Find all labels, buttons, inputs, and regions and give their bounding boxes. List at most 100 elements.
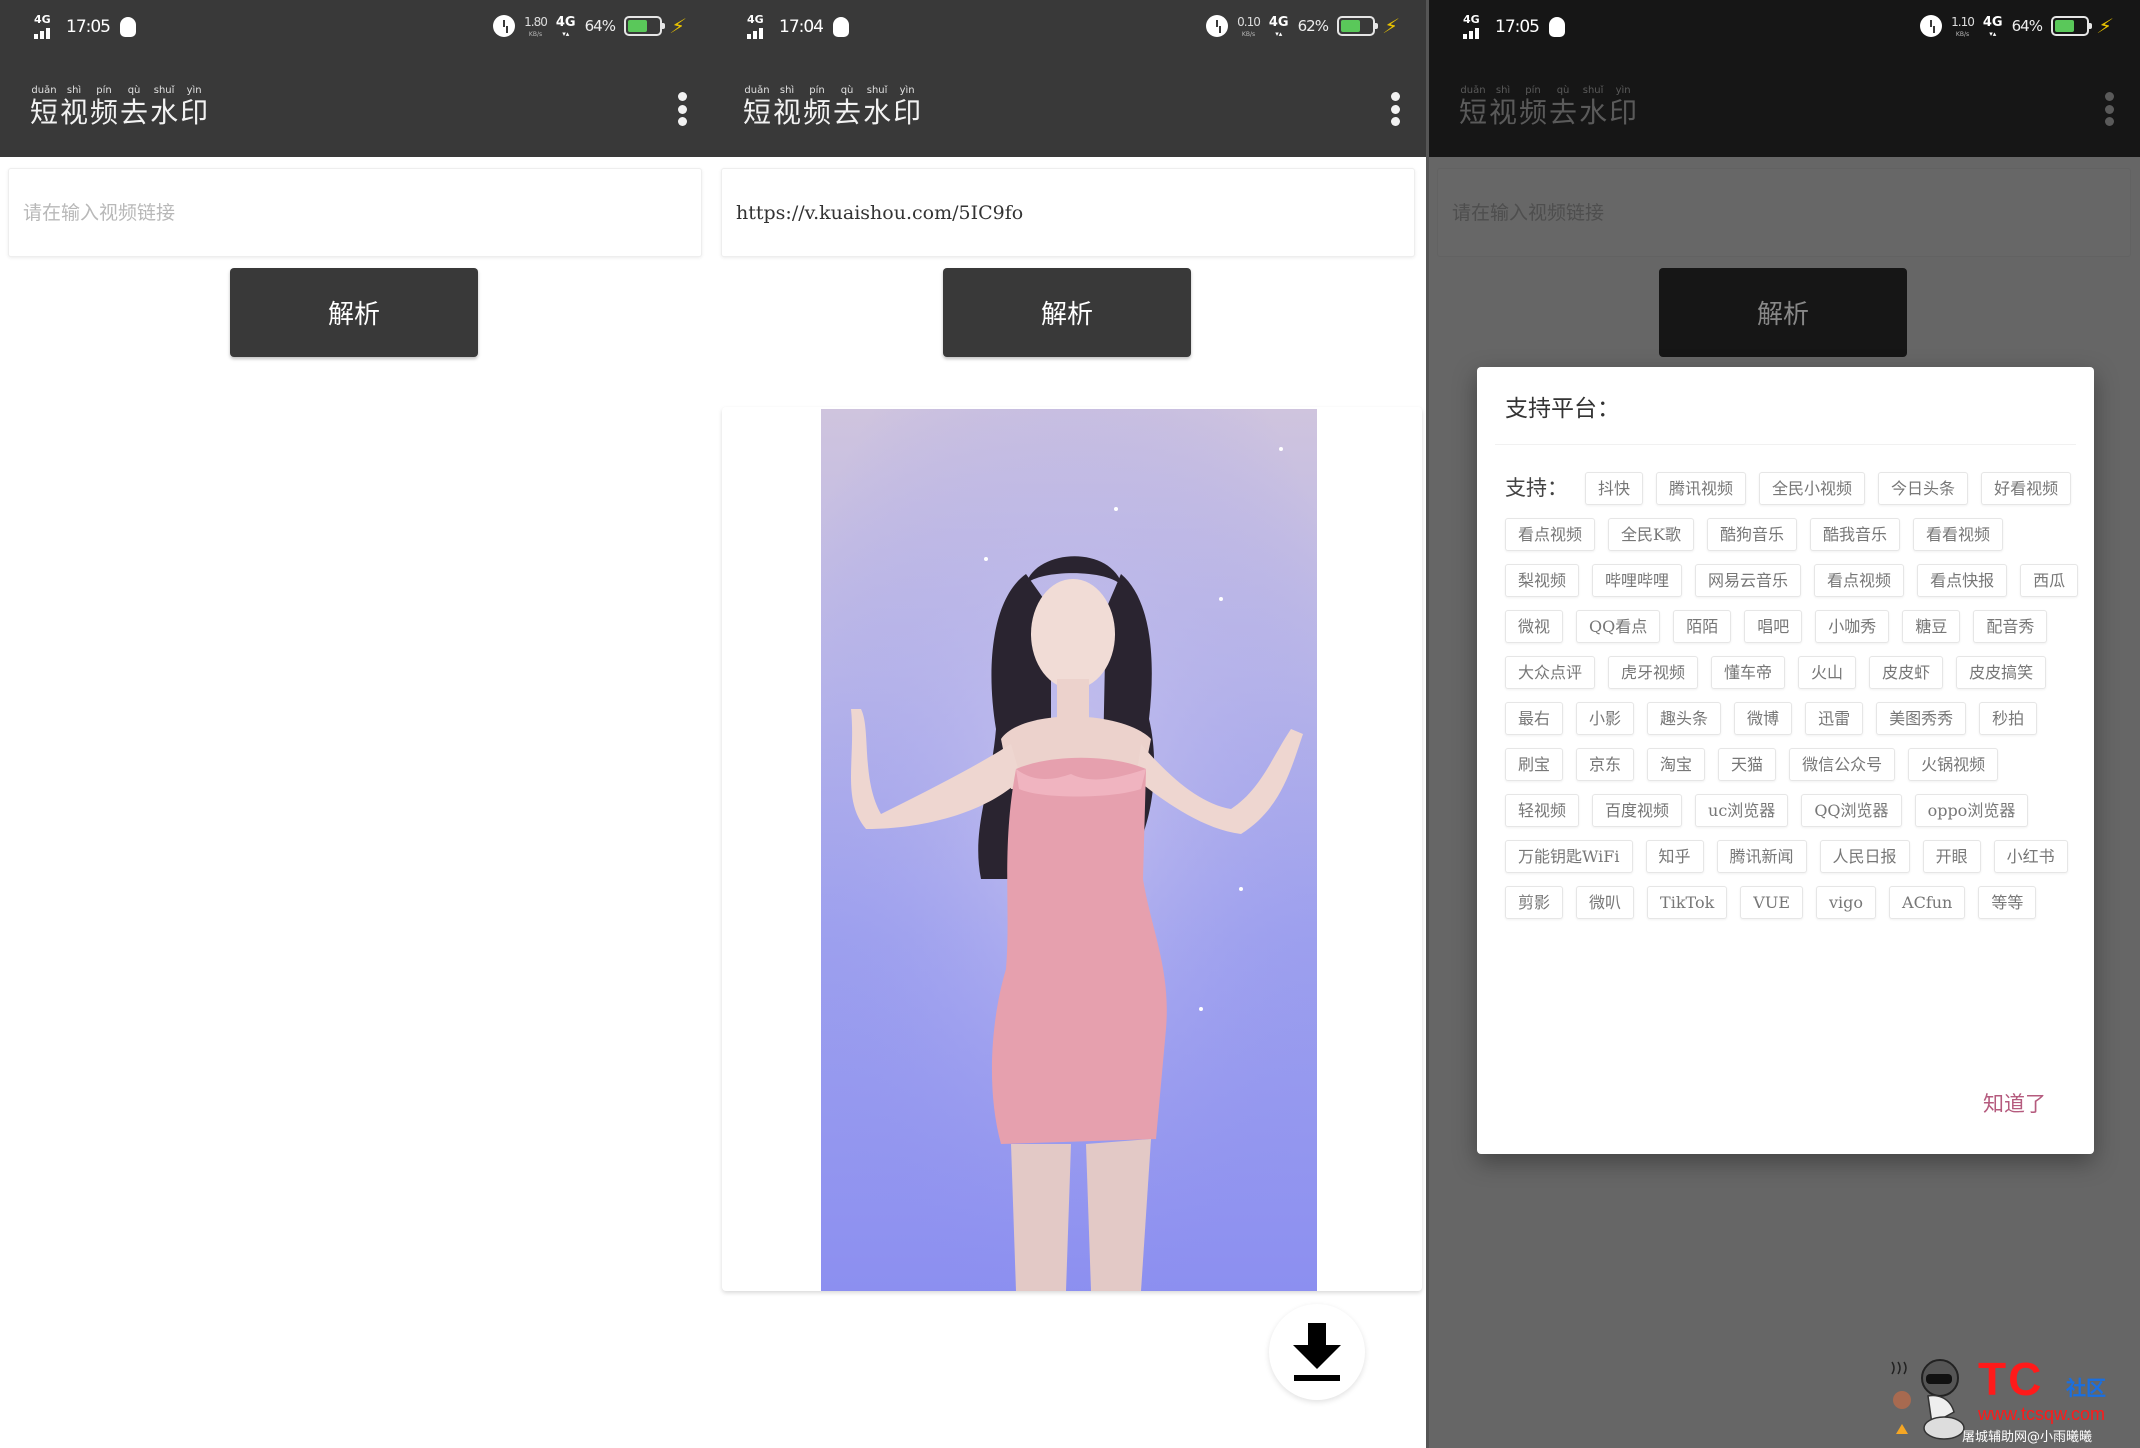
data-network-icon: 4G ▾▴ bbox=[1982, 14, 2003, 38]
platform-chip: oppo浏览器 bbox=[1914, 794, 2029, 827]
battery-percent: 64% bbox=[584, 17, 616, 35]
status-time: 17:05 bbox=[66, 17, 111, 37]
video-preview-card bbox=[722, 407, 1422, 1291]
watermark: TC 社区 www.tcsqw.com 屠城辅助网@小雨曦曦 bbox=[1886, 1348, 2136, 1446]
video-url-input[interactable] bbox=[721, 168, 1415, 257]
platform-chip: 酷我音乐 bbox=[1810, 518, 1901, 551]
platform-chip: 今日头条 bbox=[1878, 472, 1969, 505]
battery-icon bbox=[2050, 16, 2092, 36]
watermark-credit: 屠城辅助网@小雨曦曦 bbox=[1962, 1430, 2093, 1445]
platform-chip: 京东 bbox=[1576, 748, 1635, 781]
platform-chip: 看点视频 bbox=[1505, 518, 1596, 551]
charging-icon: ⚡ bbox=[2094, 14, 2116, 38]
parse-button[interactable]: 解析 bbox=[1659, 268, 1907, 357]
platform-chip: 最右 bbox=[1505, 702, 1564, 735]
video-url-input[interactable] bbox=[1437, 168, 2131, 257]
app-title: duǎn 短 shì 视 pín 频 qù 去 shuǐ 水 yìn 印 bbox=[30, 85, 209, 129]
platform-chip: 大众点评 bbox=[1505, 656, 1596, 689]
platform-chip: 迅雷 bbox=[1805, 702, 1864, 735]
platform-chip: 淘宝 bbox=[1647, 748, 1706, 781]
network-speed: 1.80 KB/s bbox=[524, 14, 548, 38]
signal-icon: 4G bbox=[747, 13, 769, 39]
charging-icon: ⚡ bbox=[1380, 14, 1402, 38]
platform-chip: 万能钥匙WiFi bbox=[1505, 840, 1633, 873]
platform-chip: 开眼 bbox=[1922, 840, 1981, 873]
platform-chip: 知乎 bbox=[1645, 840, 1704, 873]
platform-chip: 哔哩哔哩 bbox=[1592, 564, 1683, 597]
platform-chip: 看点视频 bbox=[1814, 564, 1905, 597]
platform-chip: 抖快 bbox=[1585, 472, 1644, 505]
qq-notification-icon bbox=[120, 17, 136, 37]
platform-chip: 火山 bbox=[1798, 656, 1857, 689]
platform-chip: ACfun bbox=[1889, 886, 1966, 919]
platform-chip: 火锅视频 bbox=[1908, 748, 1999, 781]
platform-chip: 网易云音乐 bbox=[1695, 564, 1802, 597]
dialog-divider bbox=[1495, 444, 2076, 445]
supported-platforms-dialog: 支持平台： 支持： 抖快 腾讯视频 全民小视频 今日头条 好看视频 看点视频 全民K歌 酷狗音… bbox=[1477, 367, 2094, 1154]
video-thumbnail-illustration bbox=[821, 409, 1317, 1291]
dialog-title: 支持平台： bbox=[1505, 396, 1620, 422]
platform-chip: 天猫 bbox=[1718, 748, 1777, 781]
platform-chip: uc浏览器 bbox=[1695, 794, 1789, 827]
charging-icon: ⚡ bbox=[667, 14, 689, 38]
app-bar: 4G 17:05 1.80 KB/s 4G ▾▴ 64% ⚡ duǎn 短 shì 视 … bbox=[0, 0, 713, 157]
app-bar: 4G 17:04 0.10 KB/s 4G ▾▴ 62% ⚡ duǎn 短 shì 视 … bbox=[713, 0, 1426, 157]
dialog-ok-button[interactable]: 知道了 bbox=[1983, 1088, 2046, 1118]
platform-chip: 皮皮虾 bbox=[1869, 656, 1944, 689]
battery-icon bbox=[1336, 16, 1378, 36]
watermark-brand-suffix: 社区 bbox=[2066, 1376, 2106, 1400]
more-vert-icon[interactable] bbox=[1390, 92, 1400, 126]
battery-percent: 62% bbox=[1297, 17, 1329, 35]
platform-chip: 等等 bbox=[1978, 886, 2037, 919]
platform-chip: 人民日报 bbox=[1819, 840, 1910, 873]
qq-notification-icon bbox=[1549, 17, 1565, 37]
network-speed: 1.10 KB/s bbox=[1951, 14, 1975, 38]
platform-chip: 趣头条 bbox=[1647, 702, 1722, 735]
download-icon bbox=[1293, 1323, 1341, 1381]
platform-chip: 看看视频 bbox=[1913, 518, 2004, 551]
platform-chip: 小影 bbox=[1576, 702, 1635, 735]
platform-chip: 小咖秀 bbox=[1815, 610, 1890, 643]
parse-button[interactable]: 解析 bbox=[230, 268, 478, 357]
video-url-input[interactable] bbox=[8, 168, 702, 257]
platform-chip: 轻视频 bbox=[1505, 794, 1580, 827]
platform-chip: 配音秀 bbox=[1973, 610, 2048, 643]
platform-chip: 腾讯新闻 bbox=[1716, 840, 1807, 873]
signal-icon: 4G bbox=[34, 13, 56, 39]
watermark-url: www.tcsqw.com bbox=[1978, 1404, 2106, 1424]
platform-chip: 腾讯视频 bbox=[1656, 472, 1747, 505]
app-bar: 4G 17:05 1.10 KB/s 4G ▾▴ 64% ⚡ duǎn 短 shì 视 … bbox=[1429, 0, 2140, 157]
platform-chip: 梨视频 bbox=[1505, 564, 1580, 597]
platform-chip: 酷狗音乐 bbox=[1706, 518, 1797, 551]
platform-chip: QQ浏览器 bbox=[1801, 794, 1902, 827]
app-title: duǎn 短 shì 视 pín 频 qù 去 shuǐ 水 yìn 印 bbox=[743, 85, 922, 129]
network-speed: 0.10 KB/s bbox=[1237, 14, 1261, 38]
platform-chip: TikTok bbox=[1647, 886, 1728, 919]
app-title: duǎn 短 shì 视 pín 频 qù 去 shuǐ 水 yìn 印 bbox=[1459, 85, 1638, 129]
platform-list: 支持： 抖快 腾讯视频 全民小视频 今日头条 好看视频 看点视频 全民K歌 酷狗音乐 酷我音乐看… bbox=[1505, 472, 2080, 919]
data-network-icon: 4G ▾▴ bbox=[1268, 14, 1289, 38]
platform-chip: 皮皮搞笑 bbox=[1956, 656, 2047, 689]
screen-supported-platforms-dialog: 4G 17:05 1.10 KB/s 4G ▾▴ 64% ⚡ duǎn 短 shì 视 … bbox=[1426, 0, 2140, 1448]
platform-list-label: 支持： bbox=[1505, 476, 1568, 500]
platform-chip: 唱吧 bbox=[1744, 610, 1803, 643]
alarm-icon bbox=[1206, 15, 1229, 37]
platform-chip: 美图秀秀 bbox=[1876, 702, 1967, 735]
more-vert-icon[interactable] bbox=[677, 92, 687, 126]
video-preview[interactable] bbox=[821, 409, 1317, 1291]
status-bar: 4G 17:05 1.10 KB/s 4G ▾▴ 64% ⚡ bbox=[1429, 0, 2140, 56]
platform-chip: 刷宝 bbox=[1505, 748, 1564, 781]
platform-chip: 小红书 bbox=[1993, 840, 2068, 873]
platform-chip: 百度视频 bbox=[1592, 794, 1683, 827]
data-network-icon: 4G ▾▴ bbox=[555, 14, 576, 38]
platform-chip: 微叭 bbox=[1576, 886, 1635, 919]
platform-chip: 懂车帝 bbox=[1711, 656, 1786, 689]
platform-chip: QQ看点 bbox=[1576, 610, 1661, 643]
parse-button[interactable]: 解析 bbox=[943, 268, 1191, 357]
platform-chip: 陌陌 bbox=[1673, 610, 1732, 643]
platform-chip: vigo bbox=[1816, 886, 1877, 919]
download-button[interactable] bbox=[1269, 1304, 1365, 1400]
status-bar: 4G 17:04 0.10 KB/s 4G ▾▴ 62% ⚡ bbox=[713, 0, 1426, 56]
platform-chip: 微信公众号 bbox=[1789, 748, 1896, 781]
more-vert-icon[interactable] bbox=[2104, 92, 2114, 126]
